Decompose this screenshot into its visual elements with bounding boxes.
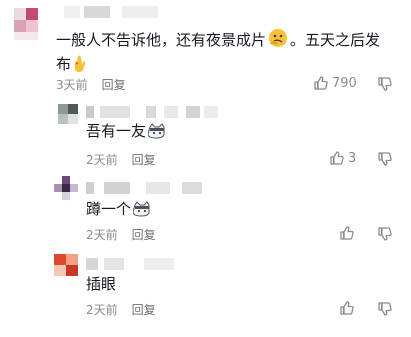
like-count: 790: [332, 75, 357, 91]
comment-text-line1-tail: 。五天之后发: [290, 31, 381, 49]
reply-button[interactable]: 回复: [102, 78, 126, 92]
thumbs-up-icon: [339, 225, 355, 241]
comment-text: 插眼: [86, 275, 117, 293]
like-button[interactable]: [339, 225, 355, 241]
thumbs-down-icon[interactable]: [377, 151, 393, 167]
thumbs-up-icon: [313, 75, 329, 91]
reply-button[interactable]: 回复: [132, 228, 156, 242]
comment-meta: 2天前 回复: [86, 151, 156, 168]
timestamp: 2天前: [86, 303, 118, 317]
comment-text: 蹲一个: [86, 199, 153, 223]
timestamp: 2天前: [86, 228, 118, 242]
comment-text: 一般人不告诉他，还有夜景成片 。五天之后发 布: [56, 28, 396, 78]
thumbs-down-icon[interactable]: [377, 226, 393, 242]
comment-meta: 2天前 回复: [86, 301, 156, 318]
avatar[interactable]: [14, 2, 44, 40]
avatar[interactable]: [58, 104, 78, 124]
like-button[interactable]: [339, 300, 355, 316]
username-redacted[interactable]: [64, 6, 164, 18]
like-button[interactable]: 790: [313, 75, 357, 91]
reply-button[interactable]: 回复: [132, 153, 156, 167]
thumbs-down-icon[interactable]: [377, 301, 393, 317]
thinking-face-emoji: [268, 28, 288, 54]
avatar[interactable]: [54, 254, 78, 276]
username-redacted[interactable]: [86, 258, 196, 270]
like-button[interactable]: 3: [329, 150, 356, 166]
reply-button[interactable]: 回复: [132, 303, 156, 317]
comment-text-line1: 一般人不告诉他，还有夜景成片: [56, 31, 267, 49]
username-redacted[interactable]: [86, 106, 226, 118]
crossed-fingers-emoji: [73, 54, 87, 78]
timestamp: 3天前: [56, 78, 88, 92]
comment-text-line2: 布: [56, 55, 72, 73]
cat-face-emoji: [147, 123, 166, 145]
thumbs-up-icon: [329, 150, 345, 166]
comment-meta: 2天前 回复: [86, 226, 156, 243]
avatar[interactable]: [54, 176, 78, 200]
cat-face-emoji: [132, 201, 151, 223]
thumbs-up-icon: [339, 300, 355, 316]
timestamp: 2天前: [86, 153, 118, 167]
username-redacted[interactable]: [86, 182, 216, 194]
like-count: 3: [348, 150, 357, 166]
thumbs-down-icon[interactable]: [377, 76, 393, 92]
comment-meta: 3天前 回复: [56, 76, 126, 93]
comment-text: 吾有一友: [86, 121, 168, 145]
